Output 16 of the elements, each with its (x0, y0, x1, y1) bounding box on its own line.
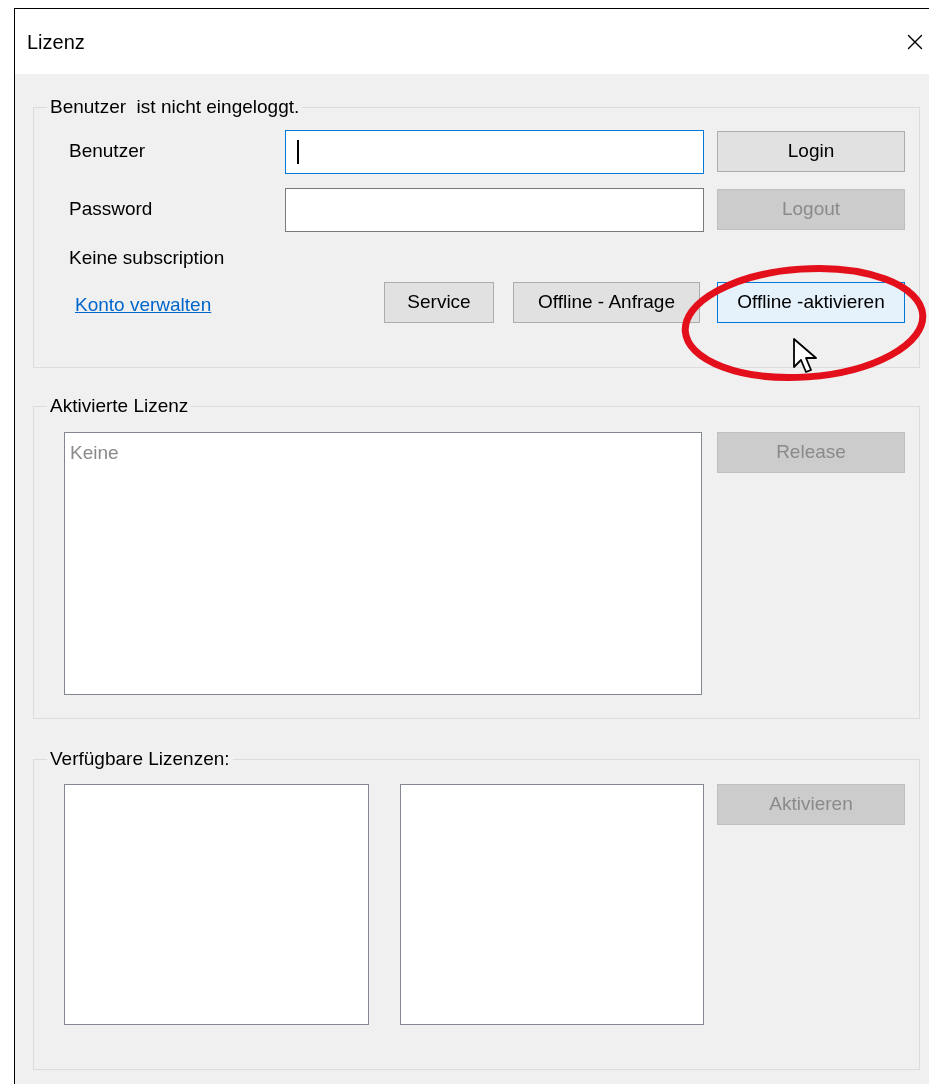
window-title: Lizenz (27, 29, 85, 55)
dialog-button[interactable]: Service (384, 282, 494, 323)
group-title: Verfügbare Lizenzen: (49, 747, 231, 771)
dialog-button[interactable]: Login (717, 131, 905, 172)
mouse-pointer-icon (792, 337, 818, 375)
text-field[interactable] (285, 187, 704, 232)
field-label: Password (68, 197, 154, 222)
dialog-button[interactable]: Offline -aktivieren (717, 282, 905, 323)
subscription-status: Keine subscription (68, 245, 226, 270)
field-label: Benutzer (68, 139, 147, 164)
text-field[interactable] (285, 129, 704, 174)
manage-account-link[interactable]: Konto verwalten (75, 291, 212, 320)
group-title: Benutzer ist nicht eingeloggt. (49, 95, 301, 119)
text-caret (297, 139, 299, 164)
dialog-button[interactable]: Offline - Anfrage (513, 282, 700, 323)
group-title: Aktivierte Lizenz (49, 394, 190, 418)
